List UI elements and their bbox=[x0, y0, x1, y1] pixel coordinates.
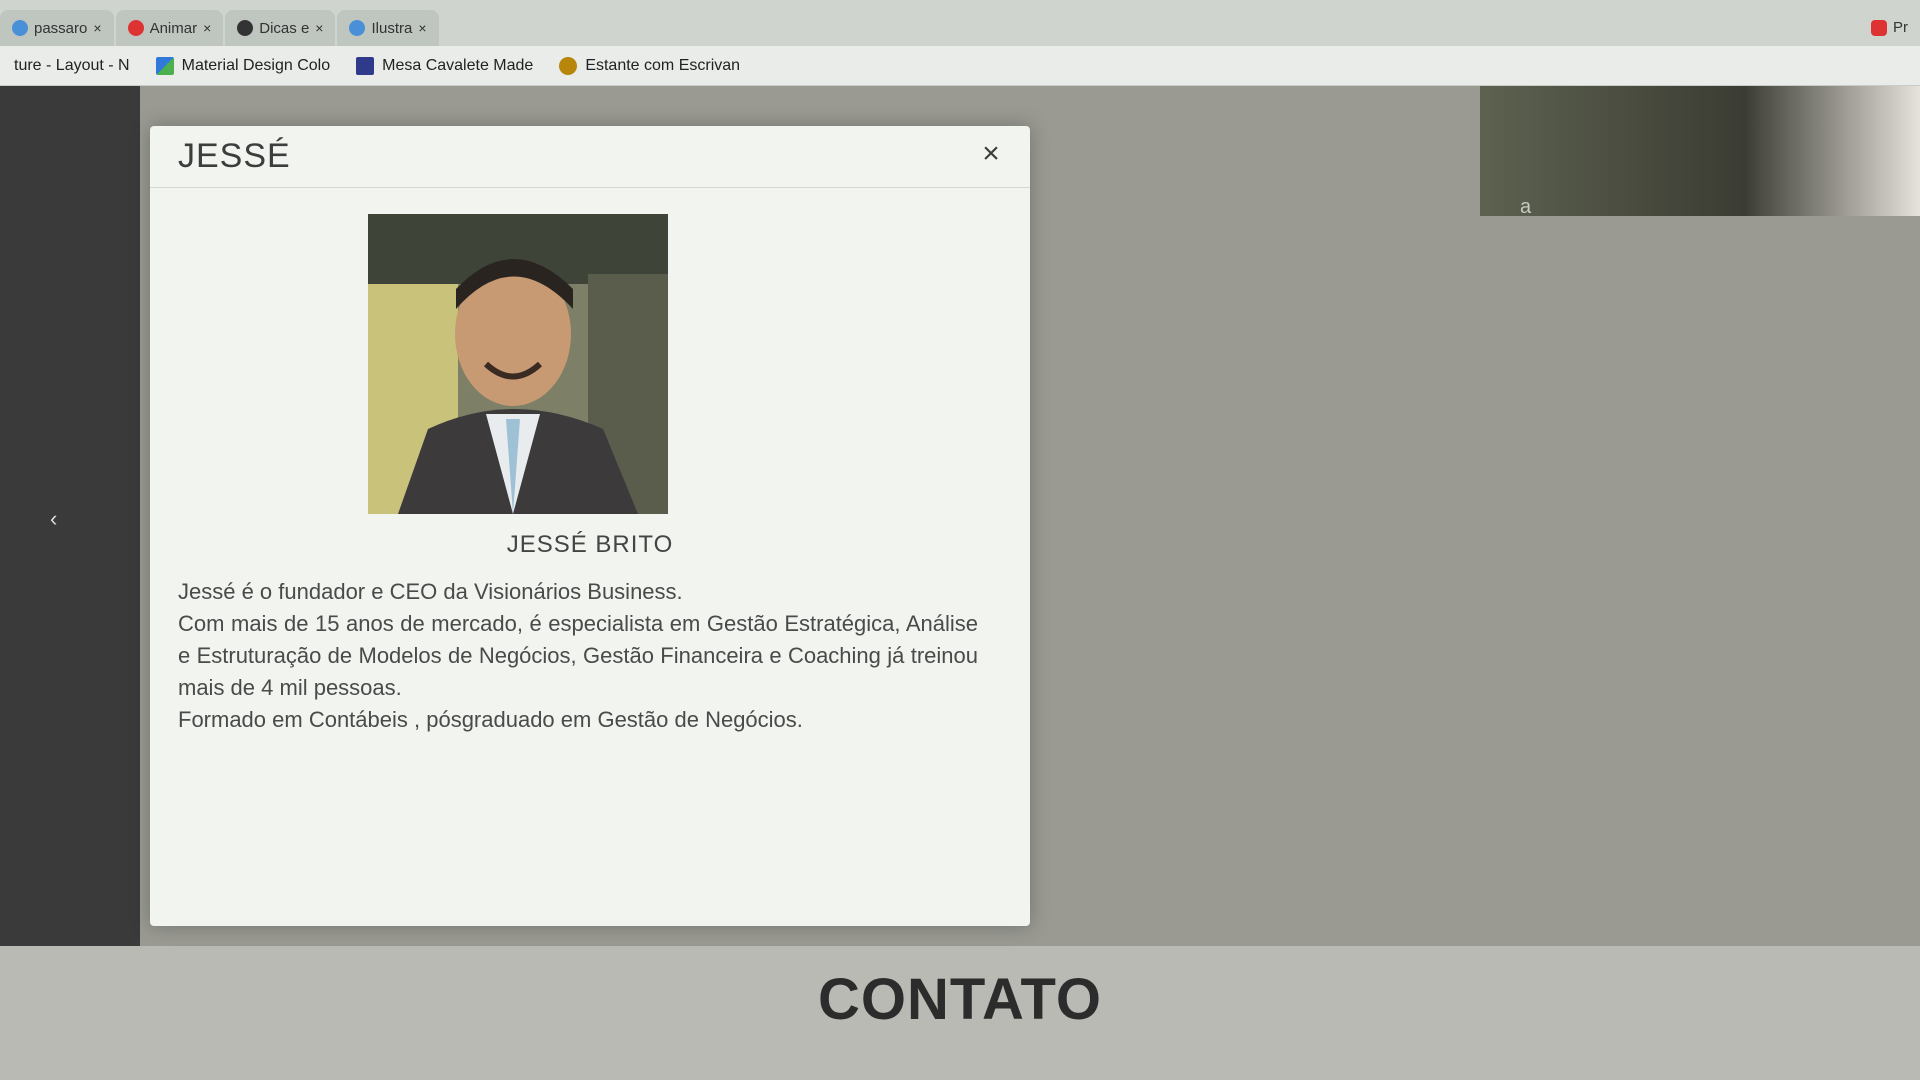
close-icon[interactable]: × bbox=[976, 139, 1006, 170]
arrow-icon: ‹ bbox=[50, 506, 58, 531]
modal-title: JESSÉ bbox=[178, 137, 291, 175]
bookmark-item[interactable]: Mesa Cavalete Made bbox=[356, 56, 534, 75]
contact-heading: CONTATO bbox=[817, 967, 1103, 1032]
bookmark-favicon-icon bbox=[155, 56, 174, 75]
bookmark-favicon-icon bbox=[559, 56, 578, 75]
bookmark-label: ture - Layout - N bbox=[14, 56, 130, 74]
side-image: ‹ bbox=[0, 86, 140, 1080]
bio-paragraph: Formado em Contábeis , pósgraduado em Ge… bbox=[178, 707, 803, 732]
browser-tab[interactable]: Animar × bbox=[115, 10, 224, 46]
browser-tab-partial[interactable]: Pr bbox=[1871, 19, 1920, 46]
tab-label: passaro bbox=[34, 19, 88, 37]
background-text: a bbox=[1520, 196, 1532, 218]
tab-close-icon[interactable]: × bbox=[203, 20, 211, 36]
browser-tab[interactable]: Ilustra × bbox=[337, 10, 439, 46]
bookmark-item[interactable]: Material Design Colo bbox=[155, 56, 331, 75]
member-portrait-image bbox=[368, 214, 668, 514]
team-member-modal: JESSÉ × JESSÉ BRITO Jessé é o fundador e… bbox=[150, 126, 1030, 926]
page-content: ‹ a CONTATO JESSÉ × JESSÉ BRITO Jessé é … bbox=[0, 86, 1920, 1080]
member-bio: Jessé é o fundador e CEO da Visionários … bbox=[178, 576, 978, 736]
bookmark-label: Material Design Colo bbox=[181, 56, 331, 74]
tab-close-icon[interactable]: × bbox=[315, 20, 323, 36]
bookmark-item[interactable]: ture - Layout - N bbox=[14, 57, 130, 75]
youtube-icon bbox=[1871, 19, 1887, 36]
tab-close-icon[interactable]: × bbox=[418, 20, 426, 36]
tab-label: Animar bbox=[149, 19, 198, 37]
browser-tab[interactable]: passaro × bbox=[0, 10, 114, 46]
tab-label: Pr bbox=[1893, 19, 1908, 36]
tab-label: Dicas e bbox=[259, 19, 310, 37]
browser-tab[interactable]: Dicas e × bbox=[225, 10, 336, 46]
bookmark-favicon-icon bbox=[356, 56, 375, 75]
tab-label: Ilustra bbox=[371, 19, 413, 37]
bookmark-label: Mesa Cavalete Made bbox=[382, 56, 534, 74]
member-photo bbox=[368, 214, 668, 514]
bookmark-label: Estante com Escrivan bbox=[585, 56, 741, 74]
tab-bar: passaro × Animar × Dicas e × Ilustra × P… bbox=[0, 0, 1920, 46]
tab-favicon-icon bbox=[349, 20, 366, 36]
tab-close-icon[interactable]: × bbox=[93, 20, 101, 36]
bookmarks-bar: ture - Layout - N Material Design Colo M… bbox=[0, 46, 1920, 86]
member-name: JESSÉ BRITO bbox=[506, 531, 674, 558]
tab-favicon-icon bbox=[237, 20, 254, 36]
modal-header: JESSÉ × bbox=[150, 126, 1030, 188]
bio-paragraph: Com mais de 15 anos de mercado, é especi… bbox=[178, 611, 978, 700]
bookmark-item[interactable]: Estante com Escrivan bbox=[559, 56, 741, 75]
bio-paragraph: Jessé é o fundador e CEO da Visionários … bbox=[178, 579, 683, 604]
tab-favicon-icon bbox=[12, 20, 28, 36]
tab-favicon-icon bbox=[127, 20, 144, 36]
